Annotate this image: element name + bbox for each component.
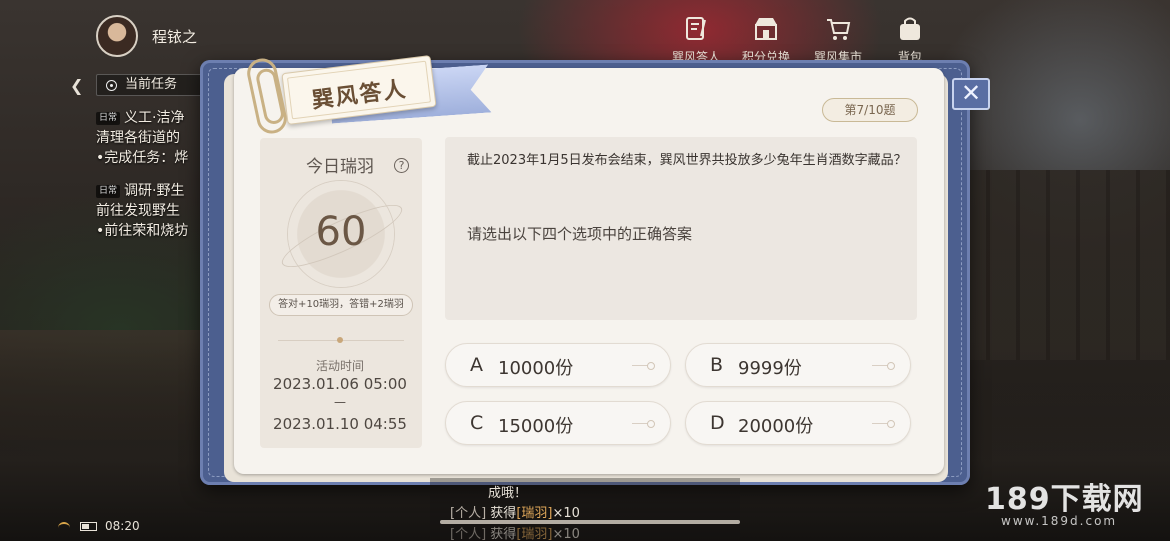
chat-message: [个人] 获得[瑞羽]×10: [450, 502, 580, 521]
watermark-url: www.189d.com: [1001, 514, 1118, 528]
collapse-arrow-icon[interactable]: ❮: [70, 76, 83, 95]
nav-market[interactable]: 巽风集市: [808, 14, 868, 65]
cart-icon: [827, 19, 851, 40]
player-avatar[interactable]: [96, 15, 138, 57]
task-desc: 清理各街道的: [96, 130, 180, 146]
option-text: 9999份: [738, 358, 802, 379]
status-time: 08:20: [105, 519, 140, 533]
stats-panel: 今日瑞羽 ? 60 答对+10瑞羽，答错+2瑞羽 活动时间 2023.01.06…: [260, 138, 422, 448]
option-letter: B: [710, 354, 724, 376]
question-number-badge: 第7/10题: [822, 98, 918, 122]
chat-item[interactable]: [瑞羽]: [516, 527, 552, 541]
battery-icon: [80, 522, 97, 531]
chat-channel: [个人]: [450, 506, 487, 521]
nav-points[interactable]: 积分兑换: [736, 14, 796, 65]
option-text: 15000份: [498, 416, 574, 437]
task-tag: 日常: [96, 185, 121, 198]
chat-message: [个人] 获得[瑞羽]×10: [450, 523, 580, 541]
activity-end: 2023.01.10 04:55: [273, 415, 407, 433]
wifi-icon: [58, 522, 70, 530]
chat-scrollbar[interactable]: [440, 520, 740, 524]
activity-start: 2023.01.06 05:00: [273, 375, 407, 393]
activity-time-label: 活动时间: [315, 359, 364, 373]
close-icon: ✕: [960, 79, 982, 107]
nav-bag[interactable]: 背包: [880, 14, 940, 65]
nav-quiz[interactable]: 巽风答人: [666, 14, 726, 65]
task-desc: 前往发现野生: [96, 203, 180, 219]
task-item[interactable]: 日常 义工·洁净 清理各街道的 •完成任务：烨: [96, 108, 216, 168]
chat-qty: ×10: [552, 527, 580, 541]
question-text: 截止2023年1月5日发布会结束，巽风世界共投放多少兔年生肖酒数字藏品？: [467, 153, 907, 168]
close-button[interactable]: ✕: [952, 78, 990, 110]
option-letter: C: [470, 412, 484, 434]
chat-text: 获得: [490, 506, 517, 521]
option-b-button[interactable]: B 9999份: [685, 343, 911, 387]
chat-message: 成哦！: [488, 486, 528, 501]
option-ornament: [872, 362, 895, 370]
scoring-rule: 答对+10瑞羽，答错+2瑞羽: [269, 294, 413, 316]
score-value: 60: [315, 209, 367, 255]
option-c-button[interactable]: C 15000份: [445, 401, 671, 445]
option-ornament: [632, 362, 655, 370]
help-icon[interactable]: ?: [394, 158, 409, 173]
score-ring: 60: [288, 181, 394, 287]
option-text: 20000份: [738, 416, 814, 437]
question-box: 截止2023年1月5日发布会结束，巽风世界共投放多少兔年生肖酒数字藏品？ 请选出…: [445, 137, 917, 320]
task-desc: •完成任务：烨: [96, 150, 189, 166]
task-list: 日常 义工·洁净 清理各街道的 •完成任务：烨 日常 调研·野生 前往发现野生 •前…: [96, 108, 216, 254]
option-letter: D: [710, 412, 725, 434]
task-tag: 日常: [96, 112, 121, 125]
chat-item[interactable]: [瑞羽]: [516, 506, 552, 521]
notebook-icon: [686, 17, 706, 40]
chat-qty: ×10: [552, 506, 580, 521]
option-ornament: [632, 420, 655, 428]
option-ornament: [872, 420, 895, 428]
option-letter: A: [470, 354, 483, 376]
player-name: 程铱之: [152, 28, 198, 46]
option-d-button[interactable]: D 20000份: [685, 401, 911, 445]
watermark-logo: 189下载网: [985, 482, 1144, 517]
task-desc: •前往荣和烧坊: [96, 223, 189, 239]
option-a-button[interactable]: A 10000份: [445, 343, 671, 387]
target-icon: [106, 80, 117, 91]
task-title: 调研·野生: [124, 183, 185, 199]
bag-icon: [900, 17, 920, 40]
task-item[interactable]: 日常 调研·野生 前往发现野生 •前往荣和烧坊: [96, 181, 216, 241]
shop-icon: [755, 18, 777, 40]
question-hint: 请选出以下四个选项中的正确答案: [467, 225, 693, 243]
activity-separator: —: [334, 395, 346, 409]
divider: [278, 337, 404, 343]
chat-channel: [个人]: [450, 527, 487, 541]
chat-text: 获得: [490, 527, 517, 541]
option-text: 10000份: [498, 358, 574, 379]
chat-log[interactable]: 成哦！ [个人] 获得[瑞羽]×10 [个人] 获得[瑞羽]×10: [430, 478, 740, 541]
current-task-label: 当前任务: [125, 77, 178, 92]
task-title: 义工·洁净: [124, 110, 185, 126]
